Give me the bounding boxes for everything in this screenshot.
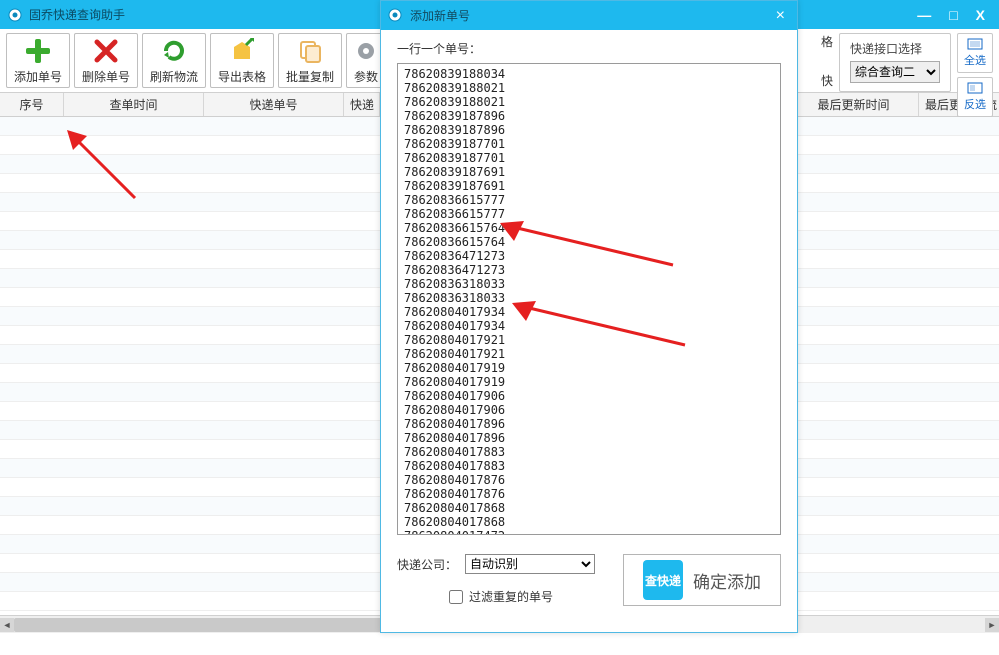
col-lastupdate[interactable]: 最后更新时间 [789, 93, 919, 116]
invert-select-button[interactable]: 反选 [957, 77, 993, 117]
scroll-right-arrow[interactable]: ► [985, 618, 999, 632]
minimize-button[interactable]: — [917, 7, 931, 23]
plus-icon [23, 36, 53, 66]
numbers-label: 一行一个单号： [397, 40, 781, 57]
scroll-left-arrow[interactable]: ◄ [0, 618, 14, 632]
col-company[interactable]: 快递 [344, 93, 380, 116]
window-controls: — □ X [917, 7, 993, 23]
col-seq[interactable]: 序号 [0, 93, 64, 116]
col-number[interactable]: 快递单号 [204, 93, 344, 116]
scroll-thumb[interactable] [14, 618, 394, 632]
dialog-close-button[interactable]: × [770, 7, 791, 25]
dialog-body: 一行一个单号： 快递公司： 自动识别 过滤重复的单号 查快递 确定添加 [381, 30, 797, 620]
col-time[interactable]: 查单时间 [64, 93, 204, 116]
add-number-button[interactable]: 添加单号 [6, 33, 70, 88]
refresh-button[interactable]: 刷新物流 [142, 33, 206, 88]
maximize-button[interactable]: □ [949, 7, 957, 23]
x-icon [91, 36, 121, 66]
company-select[interactable]: 自动识别 [465, 554, 595, 574]
select-all-icon [967, 38, 983, 50]
close-button[interactable]: X [976, 7, 985, 23]
dialog-titlebar: 添加新单号 × [381, 1, 797, 30]
invert-select-icon [967, 82, 983, 94]
ge-fragment: 格 [821, 33, 833, 50]
delete-number-button[interactable]: 删除单号 [74, 33, 138, 88]
company-label: 快递公司： [397, 556, 457, 573]
interface-panel: 快递接口选择 综合查询二 [839, 33, 951, 92]
kuai-fragment: 快 [821, 72, 833, 89]
filter-dup-input[interactable] [449, 590, 463, 604]
refresh-icon [159, 36, 189, 66]
gear-icon [351, 36, 381, 66]
toolbar-right: 格 快 快递接口选择 综合查询二 全选 反选 [821, 33, 993, 88]
export-button[interactable]: 导出表格 [210, 33, 274, 88]
dialog-title: 添加新单号 [410, 7, 470, 24]
copy-icon [295, 36, 325, 66]
app-icon [6, 6, 23, 23]
batch-copy-button[interactable]: 批量复制 [278, 33, 342, 88]
app-title: 固乔快递查询助手 [29, 6, 125, 23]
search-express-icon: 查快递 [643, 560, 683, 600]
dialog-app-icon [387, 7, 404, 24]
filter-dup-checkbox[interactable]: 过滤重复的单号 [397, 588, 605, 605]
add-number-dialog: 添加新单号 × 一行一个单号： 快递公司： 自动识别 过滤重复的单号 查快递 [380, 0, 798, 633]
select-all-button[interactable]: 全选 [957, 33, 993, 73]
export-icon [227, 36, 257, 66]
interface-select[interactable]: 综合查询二 [850, 61, 940, 83]
numbers-textarea[interactable] [397, 63, 781, 535]
confirm-label: 确定添加 [693, 568, 761, 593]
confirm-add-button[interactable]: 查快递 确定添加 [623, 554, 781, 606]
interface-label: 快递接口选择 [850, 40, 940, 57]
